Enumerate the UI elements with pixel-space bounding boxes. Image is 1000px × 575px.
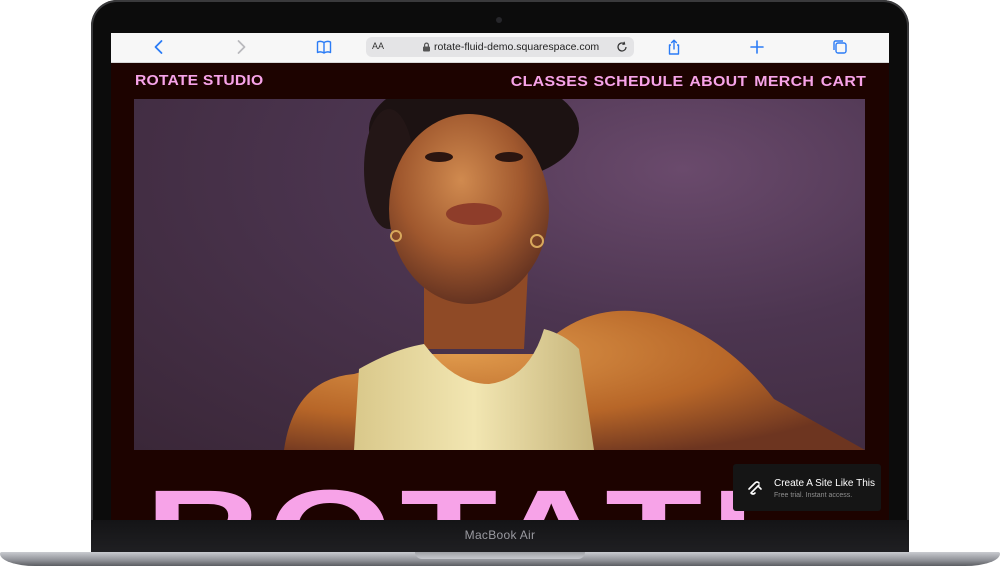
forward-arrow-icon[interactable]: [233, 39, 249, 55]
text-size-button[interactable]: AA: [372, 41, 384, 51]
portrait-photo: [284, 99, 865, 450]
reload-icon[interactable]: [616, 41, 628, 53]
nav-link-merch[interactable]: MERCH: [754, 73, 814, 90]
create-site-badge[interactable]: Create A Site Like This Free trial. Inst…: [733, 464, 881, 511]
badge-title: Create A Site Like This: [774, 478, 875, 489]
nav-link-classes[interactable]: CLASSES: [511, 73, 588, 90]
address-bar[interactable]: AA rotate-fluid-demo.squarespace.com: [366, 37, 634, 57]
laptop-screen: AA rotate-fluid-demo.squarespace.com ROT…: [111, 33, 889, 520]
laptop-base: [0, 550, 1000, 575]
laptop-chin: MacBook Air: [91, 520, 909, 552]
new-tab-icon[interactable]: [749, 39, 765, 55]
hero-wordmark: ROTATE: [145, 473, 825, 520]
main-nav: CLASSES SCHEDULE ABOUT MERCH CART: [511, 73, 866, 90]
camera-icon: [496, 17, 502, 23]
squarespace-logo-icon: [748, 481, 762, 495]
browser-toolbar: AA rotate-fluid-demo.squarespace.com: [111, 33, 889, 63]
lock-icon: [423, 42, 430, 52]
back-arrow-icon[interactable]: [151, 39, 167, 55]
share-icon[interactable]: [666, 39, 682, 55]
nav-link-about[interactable]: ABOUT: [689, 73, 747, 90]
url-text: rotate-fluid-demo.squarespace.com: [434, 41, 600, 53]
device-label: MacBook Air: [464, 528, 536, 542]
nav-link-cart[interactable]: CART: [821, 73, 866, 90]
nav-link-schedule[interactable]: SCHEDULE: [593, 73, 683, 90]
site-header: ROTATE STUDIO CLASSES SCHEDULE ABOUT MER…: [111, 63, 889, 98]
laptop-notch: [415, 552, 585, 559]
bookmarks-icon[interactable]: [316, 39, 332, 55]
hero-image: [134, 99, 865, 450]
tabs-icon[interactable]: [832, 39, 848, 55]
badge-subtitle: Free trial. Instant access.: [774, 492, 853, 499]
site-logo[interactable]: ROTATE STUDIO: [135, 73, 263, 89]
